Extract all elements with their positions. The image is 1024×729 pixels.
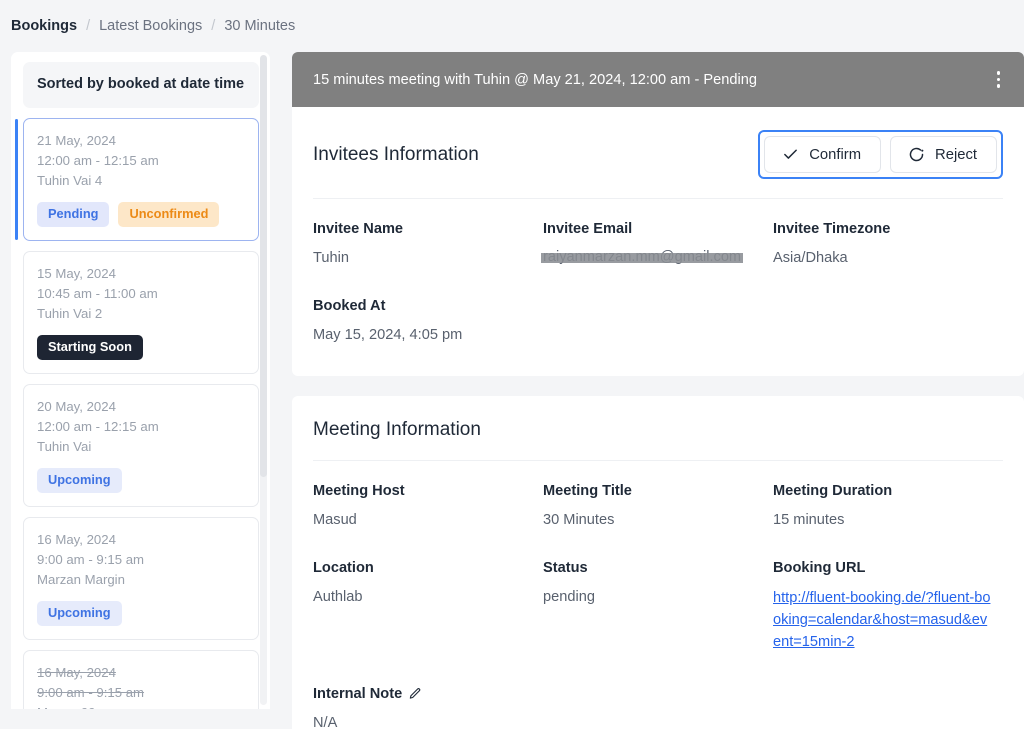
field-invitee-email: Invitee Email raiyanmarzan.mm@gmail.com bbox=[543, 221, 773, 274]
status-badge: Upcoming bbox=[37, 468, 122, 493]
meeting-header: Meeting Information bbox=[313, 396, 1003, 461]
field-value: Authlab bbox=[313, 587, 543, 609]
field-label: Location bbox=[313, 560, 543, 576]
field-label: Internal Note bbox=[313, 686, 543, 702]
field-value: May 15, 2024, 4:05 pm bbox=[313, 325, 543, 347]
breadcrumb: Bookings / Latest Bookings / 30 Minutes bbox=[0, 0, 1024, 52]
field-value-redacted: raiyanmarzan.mm@gmail.com bbox=[543, 249, 741, 265]
page-title: Invitees Information bbox=[313, 144, 479, 166]
list-item[interactable]: 16 May, 2024 9:00 am - 9:15 am Marzan99 … bbox=[23, 650, 259, 709]
field-label: Booked At bbox=[313, 298, 543, 314]
breadcrumb-separator: / bbox=[86, 18, 90, 34]
page-body: Sorted by booked at date time 21 May, 20… bbox=[0, 52, 1024, 729]
field-label: Meeting Duration bbox=[773, 483, 1003, 499]
grid-spacer bbox=[773, 686, 1003, 729]
check-icon bbox=[782, 146, 799, 163]
field-meeting-title: Meeting Title 30 Minutes bbox=[543, 483, 773, 536]
booking-time: 12:00 am - 12:15 am bbox=[37, 417, 245, 437]
confirm-button-label: Confirm bbox=[809, 147, 861, 163]
badge-group: Upcoming bbox=[37, 468, 245, 493]
field-label: Meeting Host bbox=[313, 483, 543, 499]
field-label: Meeting Title bbox=[543, 483, 773, 499]
booking-date: 15 May, 2024 bbox=[37, 264, 245, 284]
invitees-information-card: Invitees Information Confirm Reject bbox=[292, 107, 1024, 376]
breadcrumb-item-30-minutes[interactable]: 30 Minutes bbox=[224, 18, 295, 34]
status-badge: Unconfirmed bbox=[118, 202, 219, 227]
field-invitee-timezone: Invitee Timezone Asia/Dhaka bbox=[773, 221, 1003, 274]
booking-date: 16 May, 2024 bbox=[37, 663, 245, 683]
internal-note-label: Internal Note bbox=[313, 686, 402, 702]
bookings-sidebar: Sorted by booked at date time 21 May, 20… bbox=[11, 52, 270, 709]
detail-panel: 15 minutes meeting with Tuhin @ May 21, … bbox=[270, 52, 1024, 729]
field-meeting-duration: Meeting Duration 15 minutes bbox=[773, 483, 1003, 536]
field-meeting-host: Meeting Host Masud bbox=[313, 483, 543, 536]
status-badge: Starting Soon bbox=[37, 335, 143, 360]
field-label: Invitee Email bbox=[543, 221, 773, 237]
field-label: Booking URL bbox=[773, 560, 1003, 576]
status-badge: Pending bbox=[37, 202, 109, 227]
booking-time: 10:45 am - 11:00 am bbox=[37, 284, 245, 304]
breadcrumb-item-bookings[interactable]: Bookings bbox=[11, 18, 77, 34]
confirm-button[interactable]: Confirm bbox=[764, 136, 881, 173]
grid-spacer bbox=[773, 298, 1003, 351]
booking-time: 9:00 am - 9:15 am bbox=[37, 683, 245, 703]
list-item[interactable]: 15 May, 2024 10:45 am - 11:00 am Tuhin V… bbox=[23, 251, 259, 374]
field-value: Asia/Dhaka bbox=[773, 248, 1003, 270]
booking-date: 16 May, 2024 bbox=[37, 530, 245, 550]
invitees-field-grid: Invitee Name Tuhin Invitee Email raiyanm… bbox=[313, 199, 1003, 351]
section-title: Meeting Information bbox=[313, 419, 481, 441]
field-value: 15 minutes bbox=[773, 510, 1003, 532]
field-value: N/A bbox=[313, 713, 543, 729]
booking-date: 20 May, 2024 bbox=[37, 397, 245, 417]
booking-name: Marzan Margin bbox=[37, 570, 245, 590]
grid-spacer bbox=[543, 298, 773, 351]
booking-url-link[interactable]: http://fluent-booking.de/?fluent-booking… bbox=[773, 587, 995, 654]
list-item[interactable]: 20 May, 2024 12:00 am - 12:15 am Tuhin V… bbox=[23, 384, 259, 507]
action-button-group: Confirm Reject bbox=[758, 130, 1003, 179]
meeting-field-grid: Meeting Host Masud Meeting Title 30 Minu… bbox=[313, 461, 1003, 729]
kebab-menu-icon[interactable] bbox=[989, 65, 1009, 94]
booking-name: Marzan99 bbox=[37, 703, 245, 709]
list-item[interactable]: 16 May, 2024 9:00 am - 9:15 am Marzan Ma… bbox=[23, 517, 259, 640]
reject-button[interactable]: Reject bbox=[890, 136, 997, 173]
reject-button-label: Reject bbox=[935, 147, 977, 163]
booking-name: Tuhin Vai bbox=[37, 437, 245, 457]
booking-name: Tuhin Vai 2 bbox=[37, 304, 245, 324]
field-invitee-name: Invitee Name Tuhin bbox=[313, 221, 543, 274]
booking-time: 12:00 am - 12:15 am bbox=[37, 151, 245, 171]
booking-date: 21 May, 2024 bbox=[37, 131, 245, 151]
badge-group: Upcoming bbox=[37, 601, 245, 626]
field-booked-at: Booked At May 15, 2024, 4:05 pm bbox=[313, 298, 543, 351]
field-label: Invitee Name bbox=[313, 221, 543, 237]
booking-name: Tuhin Vai 4 bbox=[37, 171, 245, 191]
sorted-by-header: Sorted by booked at date time bbox=[23, 62, 259, 108]
field-label: Status bbox=[543, 560, 773, 576]
pencil-icon[interactable] bbox=[408, 687, 422, 701]
invitees-header: Invitees Information Confirm Reject bbox=[313, 107, 1003, 199]
detail-title: 15 minutes meeting with Tuhin @ May 21, … bbox=[313, 72, 757, 88]
status-badge: Upcoming bbox=[37, 601, 122, 626]
field-value: pending bbox=[543, 587, 773, 609]
breadcrumb-item-latest-bookings[interactable]: Latest Bookings bbox=[99, 18, 202, 34]
field-value: Masud bbox=[313, 510, 543, 532]
detail-topbar: 15 minutes meeting with Tuhin @ May 21, … bbox=[292, 52, 1024, 107]
field-value: 30 Minutes bbox=[543, 510, 773, 532]
meeting-information-card: Meeting Information Meeting Host Masud M… bbox=[292, 396, 1024, 729]
breadcrumb-separator: / bbox=[211, 18, 215, 34]
field-value: Tuhin bbox=[313, 248, 543, 270]
badge-group: Starting Soon bbox=[37, 335, 245, 360]
field-status: Status pending bbox=[543, 560, 773, 658]
list-item[interactable]: 21 May, 2024 12:00 am - 12:15 am Tuhin V… bbox=[23, 118, 259, 241]
field-internal-note: Internal Note N/A bbox=[313, 686, 543, 729]
rotate-ccw-icon bbox=[908, 146, 925, 163]
field-location: Location Authlab bbox=[313, 560, 543, 658]
booking-time: 9:00 am - 9:15 am bbox=[37, 550, 245, 570]
bookings-list: Sorted by booked at date time 21 May, 20… bbox=[11, 52, 270, 709]
badge-group: Pending Unconfirmed bbox=[37, 202, 245, 227]
grid-spacer bbox=[543, 686, 773, 729]
sidebar-scrollbar-thumb[interactable] bbox=[260, 55, 267, 477]
field-label: Invitee Timezone bbox=[773, 221, 1003, 237]
field-booking-url: Booking URL http://fluent-booking.de/?fl… bbox=[773, 560, 1003, 658]
